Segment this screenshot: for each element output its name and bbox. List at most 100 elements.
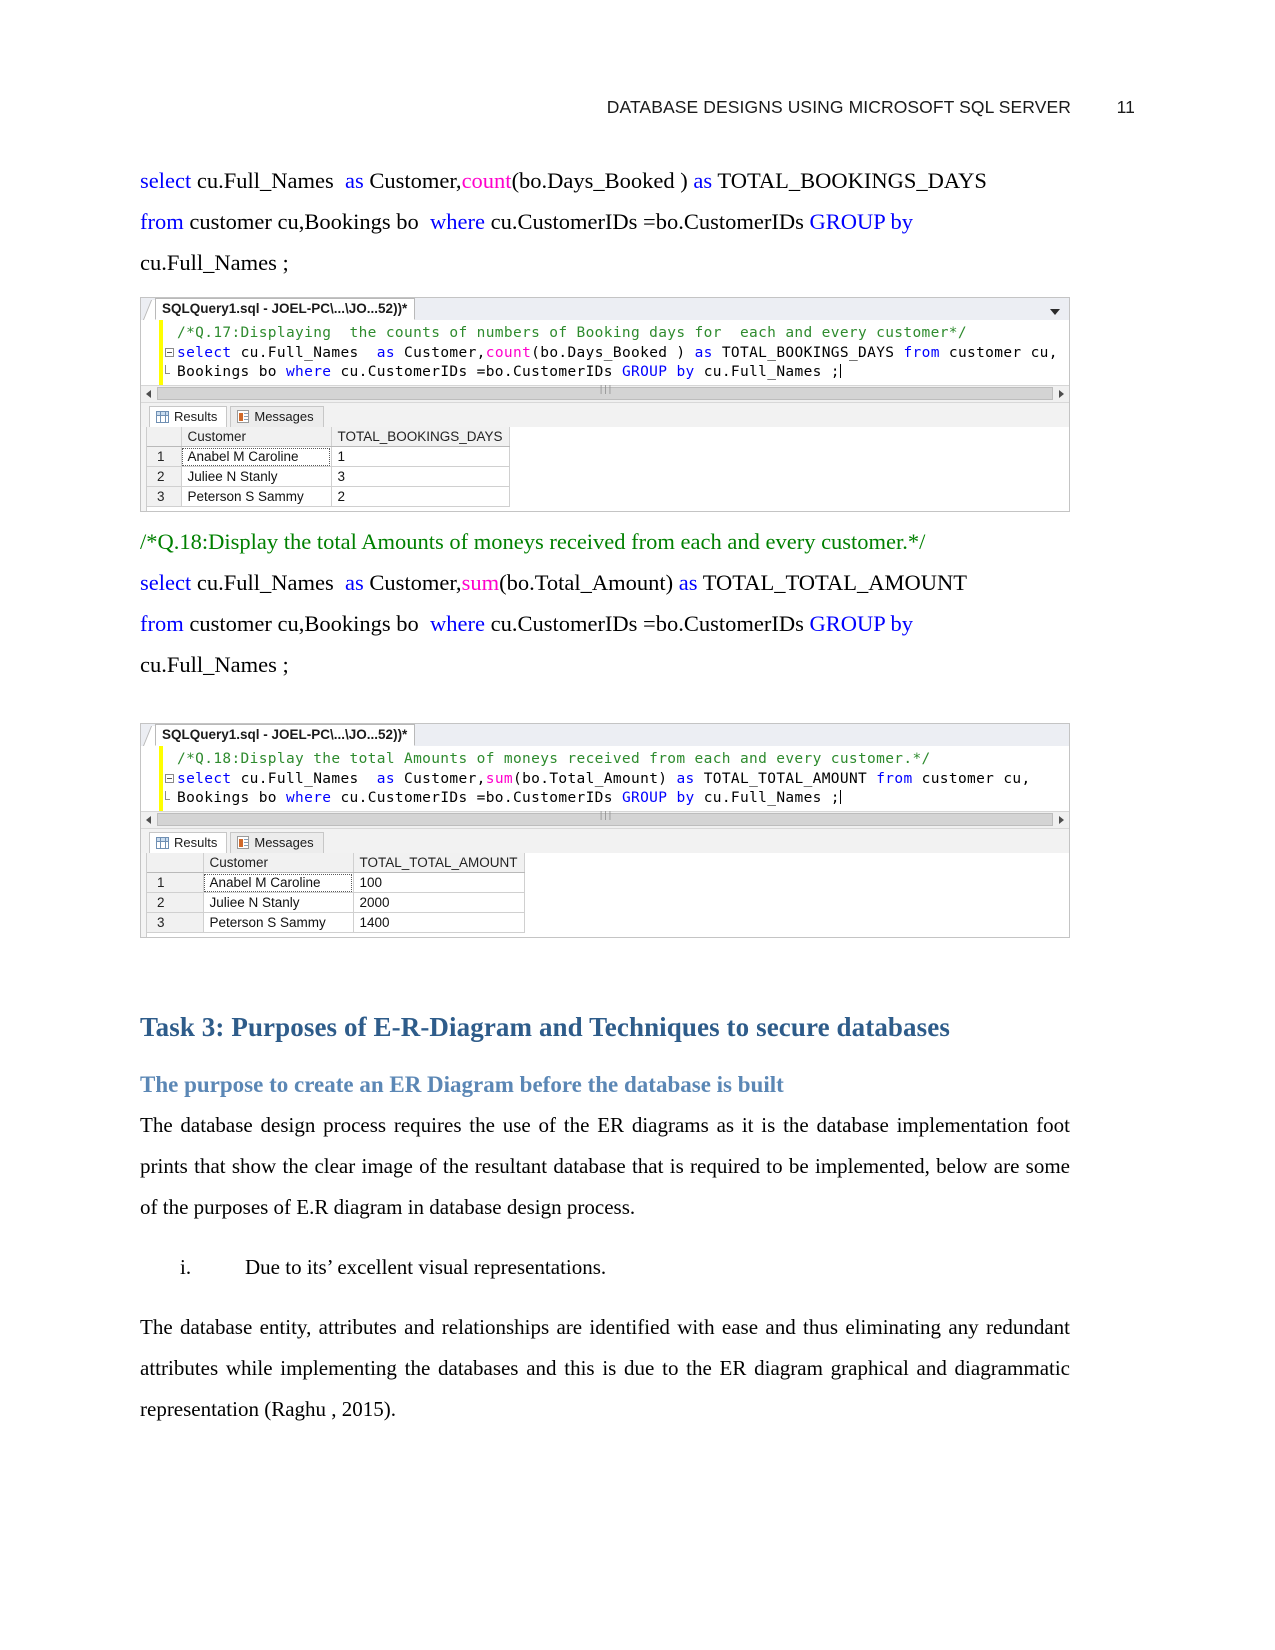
ssms-body-q17: /*Q.17:Displaying the counts of numbers …	[140, 320, 1070, 512]
tab-messages-q17[interactable]: Messages	[230, 405, 324, 427]
cell-total[interactable]: 1	[331, 446, 510, 467]
results-pane-q18: Customer TOTAL_TOTAL_AMOUNT 1 Anabel M C…	[141, 852, 1069, 937]
q18-code-line-3: cu.Full_Names ;	[140, 644, 1070, 685]
editor-horizontal-scrollbar-q17[interactable]	[141, 384, 1069, 402]
table-row[interactable]: 1 Anabel M Caroline 100	[147, 872, 525, 893]
ssms-editor-q18[interactable]: /*Q.18:Display the total Amounts of mone…	[141, 746, 1069, 811]
ssms-q18-l3t1: Bookings bo	[177, 790, 286, 806]
cell-customer[interactable]: Anabel M Caroline	[203, 872, 354, 893]
ssms-body-q18: /*Q.18:Display the total Amounts of mone…	[140, 746, 1070, 938]
ssms-editor-q17[interactable]: /*Q.17:Displaying the counts of numbers …	[141, 320, 1069, 385]
cell-total[interactable]: 3	[331, 466, 510, 487]
q18-join-condition: cu.CustomerIDs =bo.CustomerIDs	[490, 611, 810, 636]
ssms-q17-kw-where: where	[285, 364, 332, 380]
q18-col-fullnames: cu.Full_Names	[196, 570, 345, 595]
ssms-q17-l3t1: Bookings bo	[177, 364, 286, 380]
ssms-q18-t4: TOTAL_TOTAL_AMOUNT	[694, 770, 877, 787]
tab-messages-label: Messages	[254, 409, 314, 424]
table-row[interactable]: 2 Juliee N Stanly 3	[147, 466, 510, 487]
ssms-q18-t5: customer cu,	[912, 770, 1031, 787]
results-gutter	[141, 852, 147, 937]
ssms-q18-kw-as2: as	[676, 770, 695, 787]
cell-total[interactable]: 100	[353, 872, 525, 893]
results-col-total: TOTAL_BOOKINGS_DAYS	[331, 426, 510, 447]
q17-kw-as-1: as	[344, 168, 370, 193]
q17-code-line-1: select cu.Full_Names as Customer,count(b…	[140, 160, 1070, 201]
results-col-rownum	[147, 852, 204, 873]
tab-results-q18[interactable]: Results	[149, 831, 228, 853]
text-caret	[839, 790, 841, 804]
results-grid-wrap-q18[interactable]: Customer TOTAL_TOTAL_AMOUNT 1 Anabel M C…	[146, 852, 525, 933]
table-row[interactable]: 2 Juliee N Stanly 2000	[147, 892, 525, 913]
row-index: 2	[147, 466, 182, 487]
ssms-q17-kw-as2: as	[694, 344, 713, 361]
page-title: Task 3: Purposes of E-R-Diagram and Tech…	[140, 1012, 950, 1042]
ssms-tab-sqlquery1-q18[interactable]: SQLQuery1.sql - JOEL-PC\...\JO...52))*	[155, 724, 416, 746]
q17-groupby-col: cu.Full_Names ;	[140, 250, 289, 275]
grid-icon	[156, 410, 169, 423]
ssms-q18-kw-group: GROUP	[621, 790, 668, 806]
cell-total[interactable]: 2	[331, 486, 510, 507]
document-page: DATABASE DESIGNS USING MICROSOFT SQL SER…	[0, 0, 1275, 1650]
q17-code-block: select cu.Full_Names as Customer,count(b…	[140, 160, 1070, 283]
ssms-q18-kw-select: select	[177, 770, 232, 787]
results-grid-wrap-q17[interactable]: Customer TOTAL_BOOKINGS_DAYS 1 Anabel M …	[146, 426, 510, 507]
tab-results-q17[interactable]: Results	[149, 405, 228, 427]
list-item: i. Due to its’ excellent visual represen…	[140, 1247, 1070, 1288]
scroll-right-icon[interactable]	[1053, 385, 1069, 402]
q17-code-line-3: cu.Full_Names ;	[140, 242, 1070, 283]
ssms-q17-kw-group: GROUP	[621, 364, 668, 380]
scrollbar-thumb[interactable]	[157, 813, 1053, 826]
q17-tables: customer cu,Bookings bo	[189, 209, 430, 234]
ssms-q17-fn-count: count	[485, 344, 532, 361]
tab-messages-q18[interactable]: Messages	[230, 831, 324, 853]
ssms-window-q18[interactable]: SQLQuery1.sql - JOEL-PC\...\JO...52))* /…	[140, 723, 1070, 938]
table-row[interactable]: 1 Anabel M Caroline 1	[147, 446, 510, 467]
results-col-rownum	[147, 426, 182, 447]
results-col-customer: Customer	[181, 426, 332, 447]
cell-customer[interactable]: Juliee N Stanly	[181, 466, 332, 487]
results-pane-q17: Customer TOTAL_BOOKINGS_DAYS 1 Anabel M …	[141, 426, 1069, 511]
ssms-q17-t5: customer cu,	[939, 344, 1058, 361]
results-col-customer: Customer	[203, 852, 354, 873]
table-row[interactable]: 3 Peterson S Sammy 1400	[147, 912, 525, 933]
scroll-left-icon[interactable]	[141, 385, 157, 402]
q18-kw-select: select	[140, 570, 197, 595]
message-icon	[237, 410, 250, 423]
ssms-q17-comment: /*Q.17:Displaying the counts of numbers …	[177, 325, 967, 341]
ssms-window-q17[interactable]: SQLQuery1.sql - JOEL-PC\...\JO...52))* /…	[140, 297, 1070, 512]
chevron-down-icon[interactable]	[1050, 309, 1060, 315]
ssms-q17-line-3: Bookings bo where cu.CustomerIDs =bo.Cus…	[141, 363, 1069, 383]
row-index: 2	[147, 892, 204, 913]
ssms-tab-sqlquery1-q17[interactable]: SQLQuery1.sql - JOEL-PC\...\JO...52))*	[155, 298, 416, 320]
list-item-label: Due to its’ excellent visual representat…	[245, 1255, 607, 1279]
results-header-row: Customer TOTAL_BOOKINGS_DAYS	[147, 426, 510, 447]
q17-kw-select: select	[140, 168, 197, 193]
collapse-region-icon[interactable]	[165, 347, 174, 357]
cell-customer[interactable]: Anabel M Caroline	[181, 446, 332, 467]
results-header-row: Customer TOTAL_TOTAL_AMOUNT	[147, 852, 525, 873]
results-tabstrip-q18: Results Messages	[141, 827, 1069, 853]
ssms-q18-t3: (bo.Total_Amount)	[513, 770, 677, 787]
cell-customer[interactable]: Peterson S Sammy	[203, 912, 354, 933]
collapse-region-icon[interactable]	[165, 773, 174, 783]
ssms-q18-line-3: Bookings bo where cu.CustomerIDs =bo.Cus…	[141, 789, 1069, 809]
scroll-right-icon[interactable]	[1053, 811, 1069, 828]
q18-code-line-2: from customer cu,Bookings bo where cu.Cu…	[140, 603, 1070, 644]
cell-total[interactable]: 1400	[353, 912, 525, 933]
ssms-q17-t2: Customer,	[394, 344, 486, 361]
q18-sum-arg: (bo.Total_Amount)	[499, 570, 679, 595]
ssms-tabstrip-q18: SQLQuery1.sql - JOEL-PC\...\JO...52))*	[140, 723, 1070, 746]
ssms-q18-t2: Customer,	[394, 770, 486, 787]
scrollbar-thumb[interactable]	[157, 387, 1053, 400]
scroll-left-icon[interactable]	[141, 811, 157, 828]
results-grid-q17[interactable]: Customer TOTAL_BOOKINGS_DAYS 1 Anabel M …	[147, 426, 510, 507]
cell-total[interactable]: 2000	[353, 892, 525, 913]
editor-horizontal-scrollbar-q18[interactable]	[141, 810, 1069, 828]
q18-kw-where: where	[429, 611, 491, 636]
cell-customer[interactable]: Peterson S Sammy	[181, 486, 332, 507]
table-row[interactable]: 3 Peterson S Sammy 2	[147, 486, 510, 507]
results-grid-q18[interactable]: Customer TOTAL_TOTAL_AMOUNT 1 Anabel M C…	[147, 852, 525, 933]
cell-customer[interactable]: Juliee N Stanly	[203, 892, 354, 913]
header-title: DATABASE DESIGNS USING MICROSOFT SQL SER…	[606, 97, 1071, 117]
